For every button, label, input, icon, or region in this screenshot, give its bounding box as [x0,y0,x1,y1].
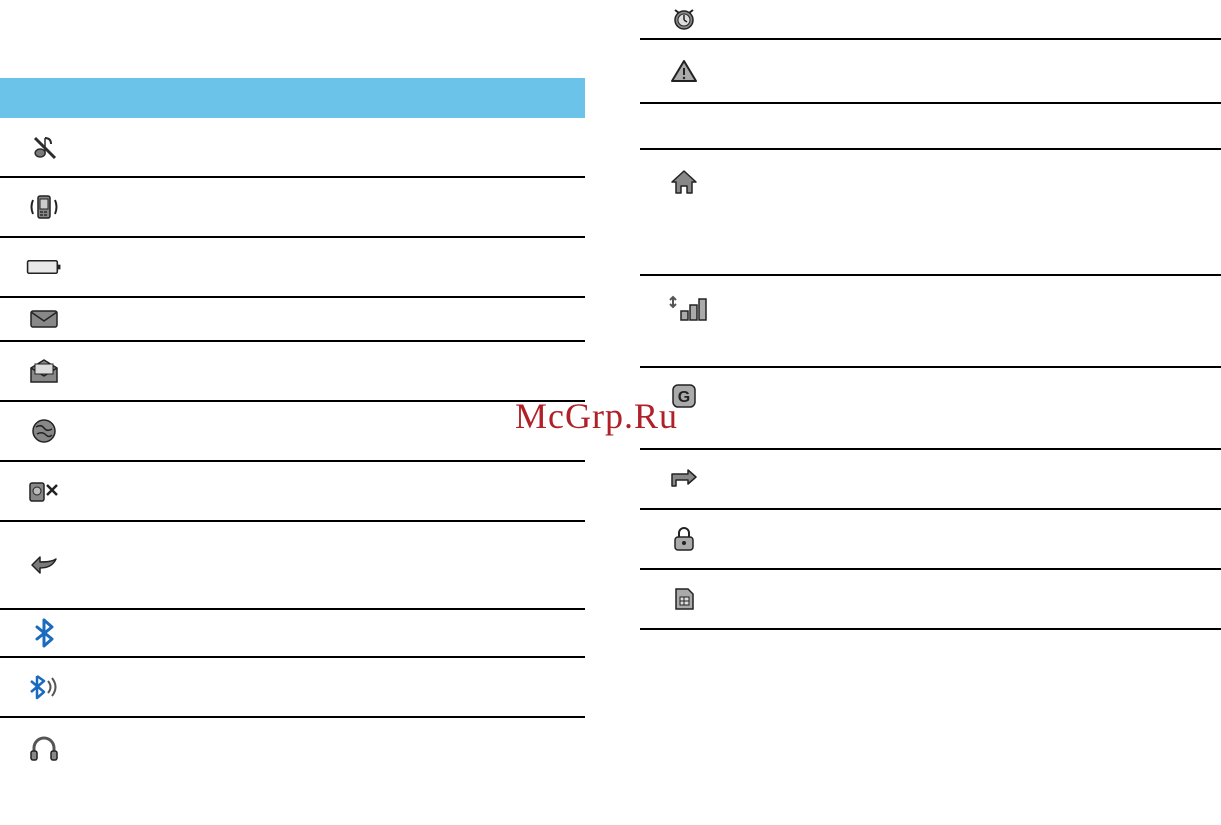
forward-arrow-icon [666,461,702,497]
vibrate-phone-icon [26,189,62,225]
row-bluetooth [0,610,585,658]
gprs-g-icon: G [666,378,702,414]
row-reply-arrow [0,522,585,610]
row-vibrate [0,178,585,238]
muted-note-icon [26,129,62,165]
row-battery [0,238,585,298]
row-sim [640,570,1221,630]
row-muted-note [0,118,585,178]
row-envelope [0,298,585,342]
row-globe [0,402,585,462]
signal-bars-icon [666,290,714,326]
lock-icon [666,521,702,557]
row-forward [640,450,1221,510]
row-bluetooth-audio [0,658,585,718]
row-envelope-open [0,342,585,402]
headphones-icon [26,730,62,766]
globe-java-icon [26,413,62,449]
row-camera-cancel [0,462,585,522]
sim-card-icon [666,581,702,617]
bluetooth-audio-icon [26,669,62,705]
home-icon [666,164,702,200]
envelope-icon [26,301,62,337]
warning-triangle-icon [666,53,702,89]
row-warning [640,40,1221,104]
row-alarm [640,0,1221,40]
row-gprs: G [640,368,1221,450]
reply-arrow-icon [26,547,62,583]
left-column [0,0,585,825]
row-lock [640,510,1221,570]
header-band [0,78,585,118]
envelope-open-icon [26,353,62,389]
bluetooth-icon [26,615,62,651]
row-home [640,148,1221,276]
alarm-clock-icon [666,1,702,37]
right-column: G [585,0,1221,825]
battery-icon [26,249,62,285]
svg-text:G: G [678,389,690,406]
row-signal [640,276,1221,368]
row-headphones [0,718,585,778]
camera-cancel-icon [26,473,62,509]
